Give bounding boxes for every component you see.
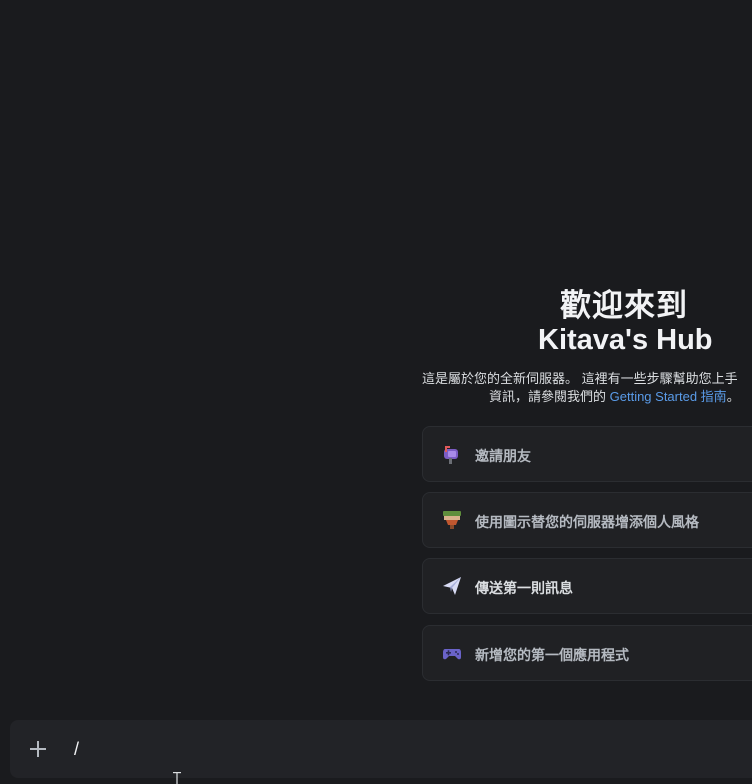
text-cursor-icon	[173, 772, 181, 784]
welcome-title: 歡迎來到	[560, 288, 688, 324]
chat-area: 歡迎來到 Kitava's Hub 這是屬於您的全新伺服器。 這裡有一些步驟幫助…	[0, 0, 752, 784]
personalize-icon-card[interactable]: 使用圖示替您的伺服器增添個人風格	[422, 492, 752, 548]
invite-friends-label: 邀請朋友	[475, 448, 531, 464]
add-first-app-card[interactable]: 新增您的第一個應用程式	[422, 625, 752, 681]
message-input[interactable]	[72, 738, 676, 761]
server-name: Kitava's Hub	[538, 324, 713, 356]
invite-friends-card[interactable]: 邀請朋友	[422, 426, 752, 482]
welcome-desc-end: 。	[726, 389, 740, 404]
welcome-description: 這是屬於您的全新伺服器。 這裡有一些步驟幫助您上手 資訊，請參閱我們的 Gett…	[422, 370, 752, 406]
mailbox-icon	[444, 446, 458, 464]
welcome-desc-text: 資訊，請參閱我們的	[489, 389, 610, 404]
add-first-app-label: 新增您的第一個應用程式	[475, 647, 629, 663]
plus-icon[interactable]	[26, 737, 50, 761]
getting-started-link[interactable]: Getting Started 指南	[610, 389, 727, 404]
send-first-message-card[interactable]: 傳送第一則訊息	[422, 558, 752, 614]
paint-brush-icon	[443, 511, 461, 529]
message-composer	[10, 720, 752, 778]
paper-plane-icon	[443, 577, 461, 595]
gamepad-icon	[443, 649, 461, 660]
welcome-desc-line1: 這是屬於您的全新伺服器。 這裡有一些步驟幫助您上手	[422, 371, 738, 386]
personalize-icon-label: 使用圖示替您的伺服器增添個人風格	[475, 514, 699, 530]
send-first-message-label: 傳送第一則訊息	[475, 580, 573, 596]
welcome-desc-line2: 資訊，請參閱我們的 Getting Started 指南。	[422, 388, 752, 406]
